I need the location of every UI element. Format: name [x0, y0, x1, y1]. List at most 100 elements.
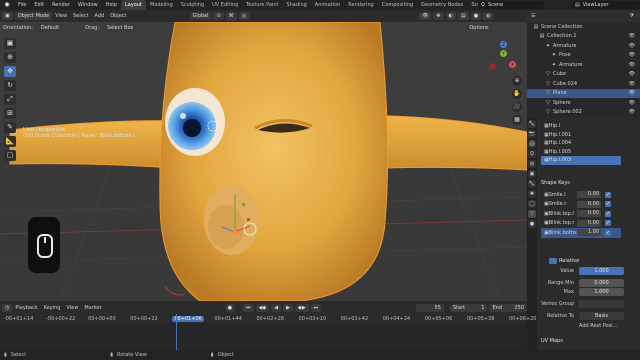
object-tab-icon[interactable]: ▣	[528, 170, 536, 178]
visibility-eye-icon[interactable]: 👁	[629, 81, 635, 87]
shape-key-row[interactable]: ▣ Smile.l 0.00 ✓	[541, 190, 621, 200]
shape-keys-title[interactable]: Shape Keys	[541, 180, 570, 186]
outliner-row[interactable]: ▽ Plane 👁	[527, 88, 640, 98]
outliner-scene-collection[interactable]: ▤ Scene Collection	[527, 22, 640, 32]
outliner-row[interactable]: ✦ Armature 👁	[527, 60, 640, 70]
menu-view-timeline[interactable]: View	[63, 302, 81, 314]
visibility-eye-icon[interactable]: 👁	[629, 33, 635, 39]
jump-end-icon[interactable]: ⏭	[310, 303, 322, 312]
gizmo-z-axis[interactable]: Z	[500, 41, 507, 48]
shape-key-row[interactable]: ▣ Blink.top.r 0.00 ✓	[541, 219, 621, 229]
workspace-tab-shading[interactable]: Shading	[282, 0, 310, 10]
proportional-edit-icon[interactable]: ◎	[238, 12, 250, 20]
vertex-group-row[interactable]: ▦ Hip.l.003	[541, 156, 621, 165]
transform-orientation-dropdown[interactable]: Global	[189, 12, 212, 20]
view-layer-selector[interactable]: ▤ ViewLayer	[572, 1, 640, 9]
menu-render[interactable]: Render	[48, 0, 74, 10]
add-cube-icon[interactable]: ▢	[4, 150, 16, 161]
drag-dropdown[interactable]: Select Box	[104, 24, 137, 32]
visibility-eye-icon[interactable]: 👁	[629, 90, 635, 96]
outliner-row[interactable]: ▽ Cube 👁	[527, 70, 640, 80]
visibility-eye-icon[interactable]: 👁	[629, 100, 635, 106]
pivot-icon[interactable]: ⊙	[213, 12, 224, 20]
start-frame-field[interactable]: Start 1	[449, 303, 488, 312]
3d-viewport[interactable]: User Perspective (55) Scene Collection |…	[0, 22, 527, 301]
uv-maps-panel-header[interactable]: UV Maps	[541, 338, 563, 344]
shape-key-row[interactable]: ▣ Blink.top.l 0.00 ✓	[541, 209, 621, 219]
shape-key-mute-checkbox[interactable]: ✓	[605, 191, 611, 198]
material-tab-icon[interactable]: ●	[528, 220, 536, 228]
scene-tab-icon[interactable]: ⛭	[528, 150, 536, 158]
vertex-group-row[interactable]: ▦ Hip.l.005	[541, 148, 621, 157]
gizmo-x-axis[interactable]: X	[509, 61, 516, 68]
visibility-eye-icon[interactable]: 👁	[629, 109, 635, 115]
gizmo-neg-x[interactable]	[489, 63, 496, 70]
editor-type-icon[interactable]: ▣	[2, 12, 13, 20]
outliner-row[interactable]: ▽ Sphere.002 👁	[527, 108, 640, 118]
cursor-icon[interactable]: ⊕	[4, 52, 16, 63]
shape-key-value[interactable]: 0.00	[577, 210, 601, 218]
pan-hand-icon[interactable]: ✋	[512, 89, 522, 99]
current-frame-field[interactable]: 55	[416, 303, 444, 312]
timeline-ruler[interactable]: -00+01+14 -00+00+22 00+00+00 00+00+22 00+01+…	[0, 314, 536, 324]
particles-tab-icon[interactable]: ✺	[528, 190, 536, 198]
vertex-group-row[interactable]: ▦ Hip.l.001	[541, 131, 621, 140]
outliner-filter-icon[interactable]: ⧩	[630, 13, 634, 19]
workspace-tab-compositing[interactable]: Compositing	[378, 0, 417, 10]
scene-selector[interactable]: ⛭ Scene	[478, 1, 544, 9]
prev-key-icon[interactable]: ◀◆	[255, 303, 270, 312]
outliner-row[interactable]: ▽ Cube.024 👁	[527, 79, 640, 89]
snap-icon[interactable]: ⌘	[225, 12, 237, 20]
workspace-tab-animation[interactable]: Animation	[311, 0, 345, 10]
relative-checkbox[interactable]	[549, 258, 557, 264]
visibility-eye-icon[interactable]: 👁	[629, 71, 635, 77]
visibility-eye-icon[interactable]: 👁	[629, 52, 635, 58]
blender-logo-icon[interactable]: ◉	[3, 1, 11, 9]
shape-key-mute-checkbox[interactable]: ✓	[605, 201, 611, 208]
output-tab-icon[interactable]: 🖨	[528, 140, 536, 148]
vertex-group-row[interactable]: ▦ Hip.l.004	[541, 139, 621, 148]
outliner-row[interactable]: ✦ Pose 👁	[527, 51, 640, 61]
outliner-editor-icon[interactable]: ☰	[531, 13, 535, 19]
data-tab-icon[interactable]: ▽	[528, 210, 536, 218]
xray-icon[interactable]: ▤	[458, 12, 469, 20]
vertex-group-field[interactable]	[579, 300, 624, 308]
vertex-group-row[interactable]: ▦ Hip.l	[541, 122, 621, 131]
add-rest-position-checkbox[interactable]: Add Rest Posi...	[579, 323, 629, 329]
workspace-tab-layout[interactable]: Layout	[121, 0, 146, 10]
workspace-tab-geometry-nodes[interactable]: Geometry Nodes	[417, 0, 467, 10]
menu-view[interactable]: View	[52, 10, 70, 22]
menu-playback[interactable]: Playback	[12, 302, 40, 314]
physics-tab-icon[interactable]: ◯	[528, 200, 536, 208]
options-dropdown[interactable]: Options	[466, 24, 492, 32]
timeline-track-area[interactable]	[0, 314, 527, 350]
orientation-dropdown[interactable]: Default	[37, 24, 63, 32]
workspace-tab-sculpting[interactable]: Sculpting	[177, 0, 208, 10]
menu-edit[interactable]: Edit	[30, 0, 48, 10]
max-field[interactable]: 1.000	[579, 288, 624, 296]
value-field[interactable]: 1.000	[579, 267, 624, 275]
measure-icon[interactable]: 📐	[4, 136, 16, 147]
workspace-tab-texture-paint[interactable]: Texture Paint	[242, 0, 282, 10]
next-key-icon[interactable]: ◆▶	[294, 303, 309, 312]
transform-icon[interactable]: ⊞	[4, 108, 16, 119]
range-min-field[interactable]: 0.000	[579, 279, 624, 287]
workspace-tab-rendering[interactable]: Rendering	[344, 0, 378, 10]
end-frame-field[interactable]: End 250	[489, 303, 528, 312]
shape-key-mute-checkbox[interactable]: ✓	[605, 229, 611, 236]
outliner-row[interactable]: ▤ Collection 1 👁	[527, 32, 640, 42]
play-reverse-icon[interactable]: ◀	[271, 303, 282, 312]
menu-file[interactable]: File	[14, 0, 30, 10]
rotate-icon[interactable]: ↻	[4, 80, 16, 91]
shading-solid-icon[interactable]: ●	[470, 12, 482, 20]
jump-start-icon[interactable]: ⏮	[243, 303, 254, 312]
menu-add[interactable]: Add	[92, 10, 108, 22]
menu-keying[interactable]: Keying	[41, 302, 64, 314]
render-tab-icon[interactable]: 📷	[528, 130, 536, 138]
record-icon[interactable]: ●	[224, 303, 236, 312]
select-icon[interactable]: ▣	[4, 38, 16, 49]
workspace-tab-uv-editing[interactable]: UV Editing	[208, 0, 242, 10]
shape-key-value[interactable]: 0.00	[577, 200, 601, 208]
shape-key-value[interactable]: 0.00	[577, 191, 601, 199]
shape-key-mute-checkbox[interactable]: ✓	[605, 220, 611, 227]
